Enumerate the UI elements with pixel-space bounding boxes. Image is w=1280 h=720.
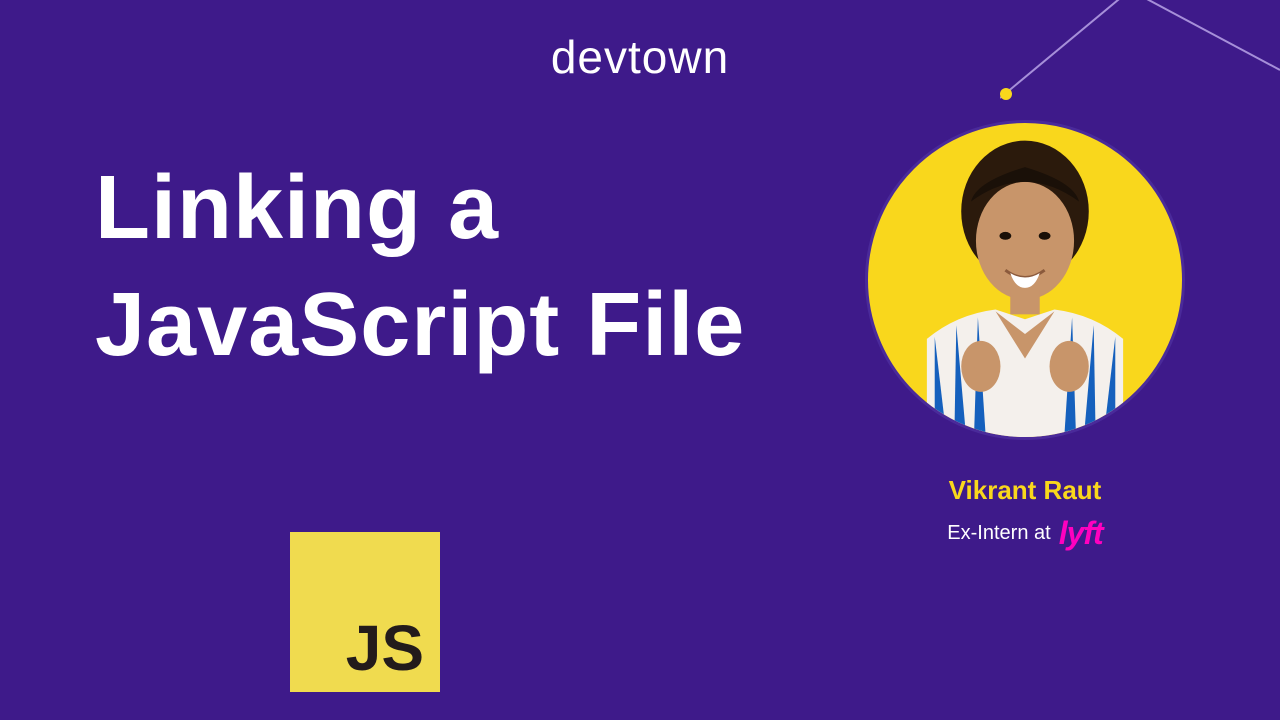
lyft-logo: lyft [1059, 515, 1103, 552]
presenter-name: Vikrant Raut [865, 475, 1185, 506]
presenter-photo [865, 120, 1185, 440]
title-line-1: Linking a [95, 150, 745, 267]
presenter-subtitle: Ex-Intern at lyft [865, 515, 1185, 552]
title-line-2: JavaScript File [95, 267, 745, 384]
decorative-line-graphic [1000, 0, 1280, 110]
brand-logo: devtown [551, 30, 729, 84]
slide-title: Linking a JavaScript File [95, 150, 745, 384]
javascript-icon: JS [290, 532, 440, 692]
js-badge-text: JS [346, 616, 424, 680]
subtitle-role-text: Ex-Intern at [947, 522, 1050, 545]
